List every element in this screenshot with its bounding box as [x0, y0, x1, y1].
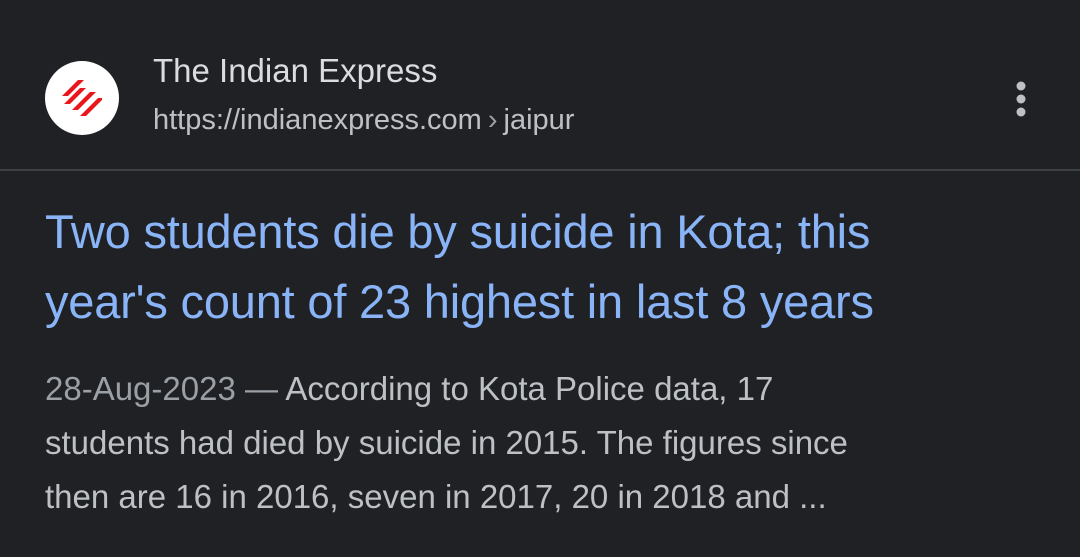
snippet-line-1: 28-Aug-2023 — According to Kota Police d…	[45, 362, 1055, 416]
site-favicon[interactable]	[45, 61, 119, 135]
snippet-dash: —	[235, 370, 286, 407]
site-name[interactable]: The Indian Express	[153, 52, 437, 90]
site-url[interactable]: https://indianexpress.com › jaipur	[153, 104, 574, 137]
result-header[interactable]: The Indian Express https://indianexpress…	[0, 0, 1080, 170]
snippet-text-1: According to Kota Police data, 17	[285, 370, 774, 407]
result-title-link[interactable]: Two students die by suicide in Kota; thi…	[45, 197, 1055, 337]
more-vert-icon	[1016, 81, 1026, 117]
search-result-card: The Indian Express https://indianexpress…	[0, 0, 1080, 557]
header-divider	[0, 169, 1080, 171]
url-path: jaipur	[503, 104, 575, 136]
snippet-line-3: then are 16 in 2016, seven in 2017, 20 i…	[45, 478, 827, 515]
snippet-date: 28-Aug-2023	[45, 370, 236, 407]
result-snippet: 28-Aug-2023 — According to Kota Police d…	[45, 362, 1055, 524]
snippet-line-2: students had died by suicide in 2015. Th…	[45, 424, 848, 461]
url-domain: https://indianexpress.com	[153, 104, 482, 136]
title-line-1: Two students die by suicide in Kota; thi…	[45, 205, 871, 258]
url-separator: ›	[487, 104, 498, 136]
more-options-button[interactable]	[1002, 76, 1040, 122]
indian-express-logo-icon	[62, 80, 102, 116]
title-line-2: year's count of 23 highest in last 8 yea…	[45, 275, 874, 328]
